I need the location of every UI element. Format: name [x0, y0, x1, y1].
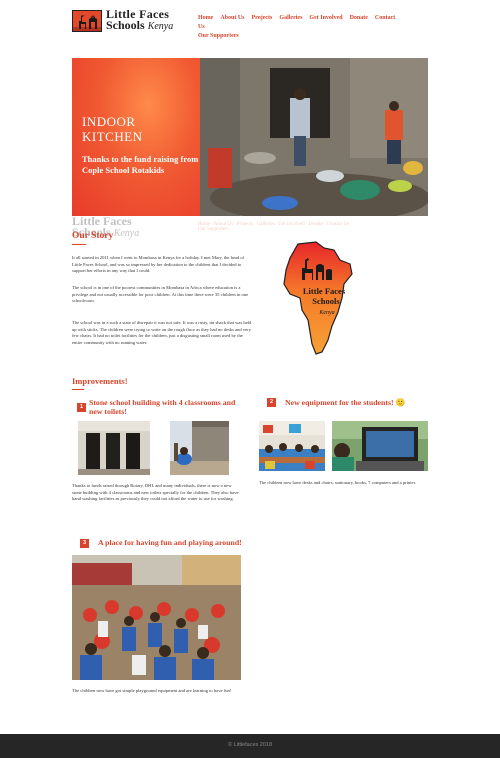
site-footer: © Littlefaces 2018 — [0, 734, 500, 758]
map-label-1: Little Faces — [303, 286, 346, 296]
improvement-title-3: A place for having fun and playing aroun… — [98, 538, 242, 547]
sticky-header-ghost: Little Faces Schools Kenya Home About Us … — [72, 214, 349, 239]
our-story-heading: Our Story — [72, 231, 114, 241]
nav-about-us[interactable]: About Us — [220, 15, 244, 21]
heading-underline — [72, 244, 86, 245]
map-label-2: Schools — [312, 296, 340, 306]
school-building-photo — [170, 421, 229, 475]
improvement-title-1: Stone school building with 4 classrooms … — [89, 398, 236, 416]
improvements-heading: Improvements! — [72, 376, 128, 386]
improvement-title-2: New equipment for the students! 🙂 — [285, 398, 406, 407]
improvement-caption-3: The children now have got simple playgro… — [72, 688, 232, 693]
item-number-badge: 2 — [267, 398, 276, 407]
story-paragraph-1: It all started in 2011 when I went to Mo… — [72, 255, 245, 274]
nav-get-involved[interactable]: Get Involved — [309, 15, 342, 21]
hero-banner: INDOOR KITCHEN Thanks to the fund raisin… — [72, 58, 428, 216]
main-nav: Home About Us Projects Galleries Get Involve… — [198, 14, 398, 41]
map-label-3: Kenya — [318, 310, 334, 316]
classroom-desks-photo — [259, 421, 325, 471]
nav-projects[interactable]: Projects — [252, 15, 273, 21]
nav-our-supporters[interactable]: Our Supporters — [198, 33, 239, 39]
nav-home[interactable]: Home — [198, 15, 213, 21]
hero-kitchen-photo — [200, 58, 428, 216]
logo-subtitle: Schools Kenya — [106, 18, 174, 32]
item-number-badge: 1 — [77, 403, 86, 412]
story-paragraph-3: The school was in a such a state of disr… — [72, 320, 252, 345]
copyright-text: © Littlefaces 2018 — [227, 742, 273, 748]
africa-map-logo: Little Faces Schools Kenya — [282, 240, 354, 363]
giraffe-logo-icon — [72, 9, 102, 32]
toilets-photo — [78, 421, 150, 475]
hero-subtitle: Thanks to the fund raising from Cople Sc… — [82, 154, 199, 175]
computer-photo — [332, 421, 428, 471]
heading-underline — [72, 389, 84, 390]
nav-donate[interactable]: Donate — [350, 15, 368, 21]
hero-title: INDOOR KITCHEN — [82, 114, 143, 144]
improvement-caption-1: Thanks to funds raised through Rotary, D… — [72, 483, 239, 502]
story-paragraph-2: The school is in one of the poorest comm… — [72, 285, 249, 304]
site-logo[interactable]: Little Faces Schools Kenya — [72, 8, 174, 32]
playground-photo — [72, 555, 241, 680]
nav-galleries[interactable]: Galleries — [279, 15, 302, 21]
improvement-caption-2: The children now have desks and chairs, … — [259, 480, 416, 485]
item-number-badge: 3 — [80, 539, 89, 548]
